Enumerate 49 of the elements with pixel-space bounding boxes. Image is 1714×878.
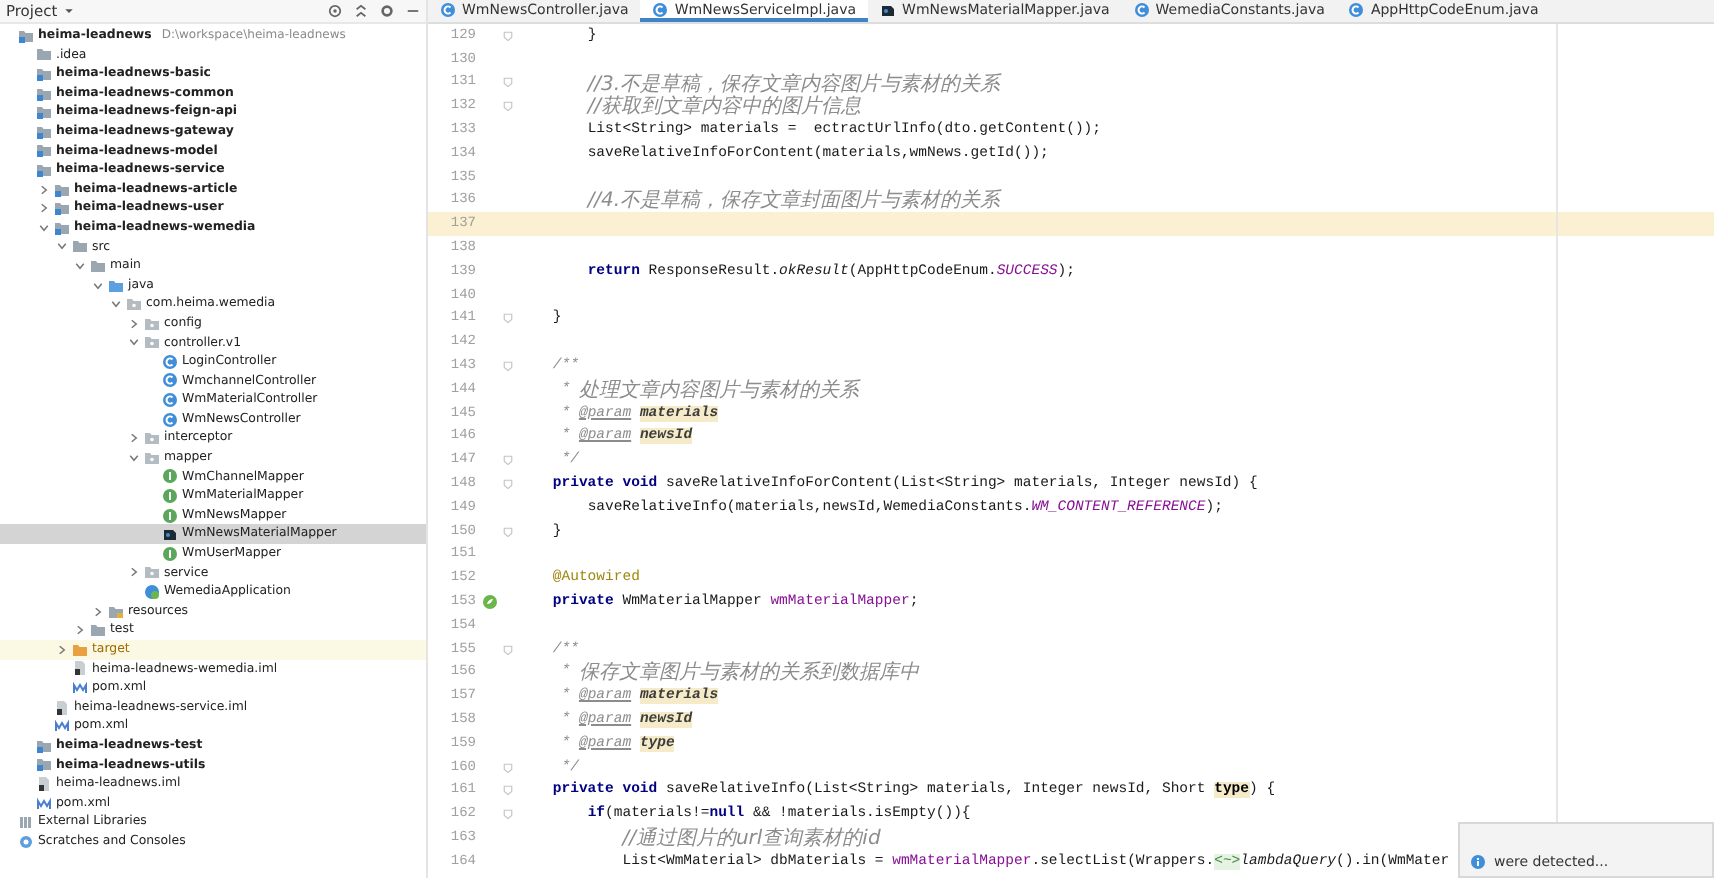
folder-icon bbox=[36, 46, 52, 63]
chevron-right-icon bbox=[127, 566, 139, 579]
class-icon bbox=[1133, 1, 1150, 17]
fold-marker-icon[interactable] bbox=[502, 312, 514, 325]
maven-file-icon bbox=[36, 795, 52, 812]
class-icon bbox=[440, 1, 456, 17]
chevron-right-icon bbox=[127, 317, 139, 330]
class-icon bbox=[1348, 1, 1365, 17]
file-icon bbox=[72, 660, 88, 677]
file-icon bbox=[880, 1, 897, 17]
code-line: //通过图片的url查询素材的id bbox=[619, 825, 881, 852]
package-icon bbox=[144, 564, 160, 581]
code-line: //4.不是草稿，保存文章封面图片与素材的关系 bbox=[584, 187, 1001, 215]
minimize-icon bbox=[406, 4, 420, 18]
bean-icon[interactable] bbox=[482, 594, 498, 611]
chevron-down-icon bbox=[127, 336, 139, 349]
fold-marker-icon[interactable] bbox=[502, 761, 514, 774]
fold-marker-icon[interactable] bbox=[502, 478, 514, 491]
application-icon bbox=[144, 584, 160, 601]
fold-marker-icon[interactable] bbox=[502, 100, 514, 113]
library-icon bbox=[18, 814, 34, 831]
file-icon bbox=[36, 775, 52, 792]
code-line: //3.不是草稿，保存文章内容图片与素材的关系 bbox=[584, 71, 1001, 95]
info-icon bbox=[1470, 854, 1486, 870]
fold-marker-icon[interactable] bbox=[502, 360, 514, 373]
scratches-icon bbox=[18, 833, 34, 850]
target-icon bbox=[328, 4, 342, 18]
fold-marker-icon[interactable] bbox=[502, 808, 514, 821]
fold-marker-icon[interactable] bbox=[502, 76, 514, 89]
settings-icon bbox=[380, 4, 394, 18]
interface-icon bbox=[162, 545, 178, 562]
fold-marker-icon[interactable] bbox=[502, 784, 514, 797]
fold-marker-icon[interactable] bbox=[502, 643, 514, 656]
fold-marker-icon[interactable] bbox=[502, 454, 514, 467]
chevron-down-icon bbox=[127, 451, 139, 464]
class-icon bbox=[652, 1, 669, 17]
fold-marker-icon[interactable] bbox=[502, 29, 514, 42]
code-line: //获取到文章内容中的图片信息 bbox=[584, 93, 862, 121]
module-folder-icon bbox=[36, 65, 52, 82]
module-folder-icon bbox=[18, 27, 34, 44]
caret-icon bbox=[63, 6, 74, 16]
file-icon bbox=[54, 699, 70, 716]
file-icon bbox=[162, 526, 178, 543]
maven-file-icon bbox=[54, 718, 70, 735]
fold-marker-icon[interactable] bbox=[502, 525, 514, 538]
collapse-icon bbox=[354, 4, 368, 18]
maven-file-icon bbox=[72, 679, 88, 696]
chevron-right-icon bbox=[127, 432, 139, 445]
interface-icon bbox=[162, 468, 178, 485]
